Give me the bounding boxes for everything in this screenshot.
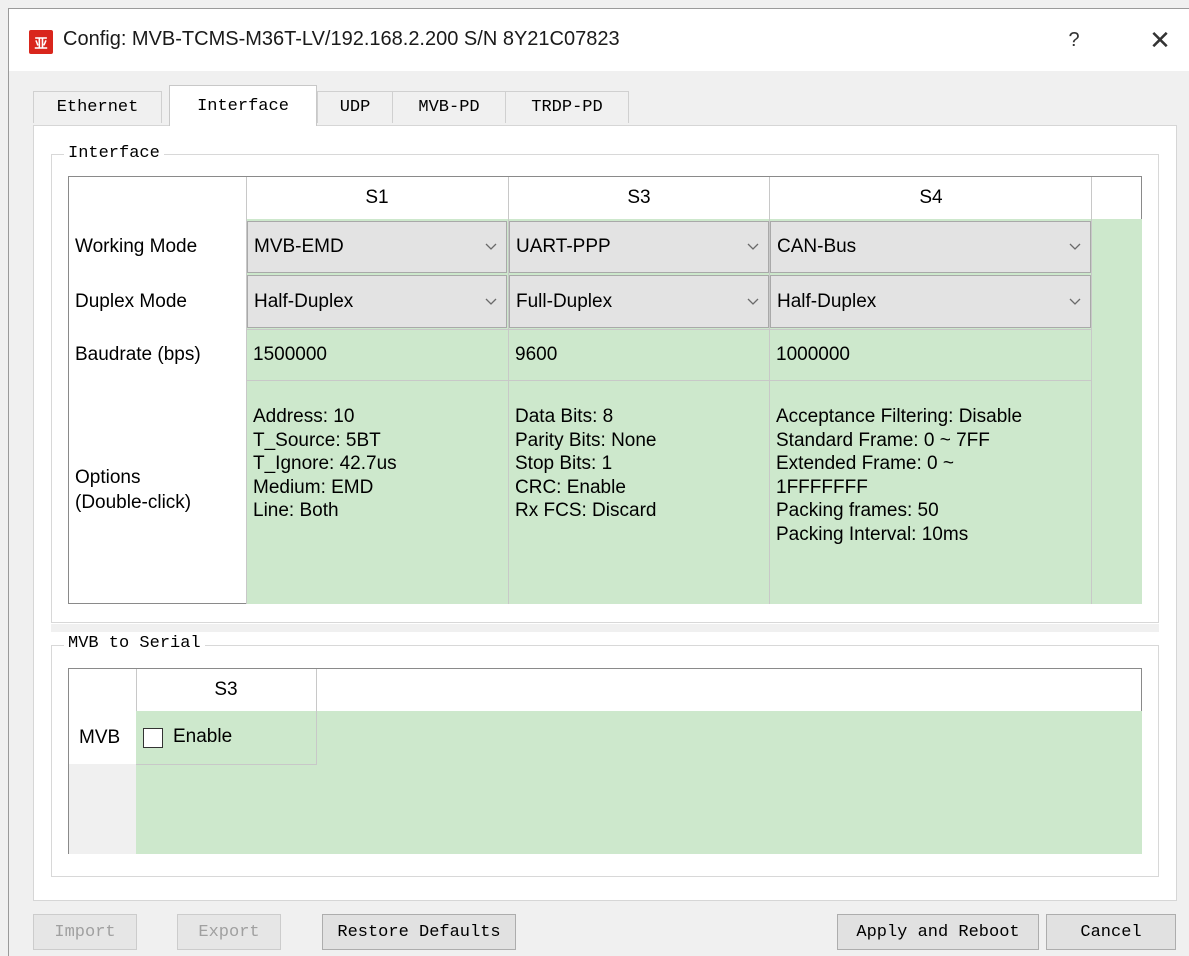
working-mode-value-s4: CAN-Bus bbox=[777, 236, 857, 257]
help-button[interactable]: ? bbox=[1061, 23, 1087, 57]
option-line: Packing Interval: 10ms bbox=[776, 523, 969, 545]
duplex-mode-value-s4: Half-Duplex bbox=[777, 290, 877, 312]
mvb-serial-table: S3 MVB Enable bbox=[68, 668, 1142, 854]
close-button[interactable]: ✕ bbox=[1143, 23, 1177, 57]
enable-checkbox-label[interactable]: Enable bbox=[173, 726, 232, 748]
import-button[interactable]: Import bbox=[33, 914, 137, 950]
row-label-options: Options (Double-click) bbox=[75, 465, 191, 515]
working-mode-value-s1: MVB-EMD bbox=[254, 236, 344, 257]
grid-line bbox=[136, 669, 137, 711]
chevron-down-icon bbox=[746, 240, 760, 254]
group-separator bbox=[51, 624, 1159, 632]
row-label-options-line: Options bbox=[75, 467, 141, 488]
table-green-region bbox=[136, 711, 1142, 854]
baudrate-cell-s3[interactable]: 9600 bbox=[509, 330, 769, 380]
chevron-down-icon bbox=[484, 240, 498, 254]
working-mode-select-s3[interactable]: UART-PPP bbox=[509, 221, 769, 273]
row-label-working-mode: Working Mode bbox=[75, 235, 198, 257]
row-label-options-hint: (Double-click) bbox=[75, 492, 192, 513]
tab-interface[interactable]: Interface bbox=[169, 85, 317, 126]
option-line: Standard Frame: 0 ~ 7FF bbox=[776, 429, 990, 451]
option-line: Extended Frame: 0 ~ bbox=[776, 453, 954, 475]
chevron-down-icon bbox=[484, 295, 498, 309]
working-mode-select-s4[interactable]: CAN-Bus bbox=[770, 221, 1091, 273]
option-line: Line: Both bbox=[253, 500, 339, 522]
config-dialog: 亚 Config: MVB-TCMS-M36T-LV/192.168.2.200… bbox=[8, 8, 1189, 956]
window-title: Config: MVB-TCMS-M36T-LV/192.168.2.200 S… bbox=[63, 28, 620, 50]
interface-table: S1 S3 S4 Working Mode Duplex Mode Baudra… bbox=[68, 176, 1142, 604]
option-line: Acceptance Filtering: Disable bbox=[776, 406, 1023, 427]
baudrate-cell-s1[interactable]: 1500000 bbox=[247, 330, 508, 380]
option-line: Packing frames: 50 bbox=[776, 500, 939, 522]
option-line: T_Ignore: 42.7us bbox=[253, 453, 397, 475]
apply-and-reboot-button[interactable]: Apply and Reboot bbox=[837, 914, 1039, 950]
grid-line bbox=[316, 669, 317, 765]
interface-tab-panel: Interface S1 S3 S4 Working Mode Duplex M… bbox=[33, 125, 1177, 901]
app-logo-icon: 亚 bbox=[29, 30, 53, 54]
tab-mvb-pd[interactable]: MVB-PD bbox=[392, 91, 506, 123]
mvb-to-serial-group-title: MVB to Serial bbox=[64, 634, 205, 653]
duplex-mode-value-s3: Full-Duplex bbox=[516, 290, 613, 312]
row-label-baudrate: Baudrate (bps) bbox=[75, 344, 201, 365]
tab-udp[interactable]: UDP bbox=[317, 91, 393, 123]
duplex-mode-value-s1: Half-Duplex bbox=[254, 290, 354, 312]
options-cell-s4[interactable]: Acceptance Filtering: Disable Standard F… bbox=[776, 405, 1092, 547]
duplex-mode-select-s1[interactable]: Half-Duplex bbox=[247, 275, 507, 328]
column-header-s4: S4 bbox=[919, 187, 943, 208]
duplex-mode-select-s4[interactable]: Half-Duplex bbox=[770, 275, 1091, 328]
working-mode-select-s1[interactable]: MVB-EMD bbox=[247, 221, 507, 273]
option-line: Rx FCS: Discard bbox=[515, 500, 657, 522]
option-line: Stop Bits: 1 bbox=[515, 453, 613, 475]
row-label-duplex-mode: Duplex Mode bbox=[75, 290, 187, 312]
row-label-mvb-text: MVB bbox=[79, 726, 121, 748]
working-mode-value-s3: UART-PPP bbox=[516, 236, 611, 257]
options-cell-s1[interactable]: Address: 10 T_Source: 5BT T_Ignore: 42.7… bbox=[253, 405, 507, 523]
row-label-mvb: MVB bbox=[69, 711, 136, 764]
chevron-down-icon bbox=[1068, 240, 1082, 254]
column-header-s3: S3 bbox=[214, 679, 238, 700]
export-button[interactable]: Export bbox=[177, 914, 281, 950]
option-line: Medium: EMD bbox=[253, 476, 374, 498]
tab-trdp-pd[interactable]: TRDP-PD bbox=[505, 91, 629, 123]
restore-defaults-button[interactable]: Restore Defaults bbox=[322, 914, 516, 950]
interface-group-title: Interface bbox=[64, 144, 164, 163]
cancel-button[interactable]: Cancel bbox=[1046, 914, 1176, 950]
column-header-s1: S1 bbox=[365, 187, 389, 208]
options-cell-s3[interactable]: Data Bits: 8 Parity Bits: None Stop Bits… bbox=[515, 405, 769, 523]
option-line: CRC: Enable bbox=[515, 476, 626, 498]
option-line: Data Bits: 8 bbox=[515, 406, 614, 427]
option-line: Parity Bits: None bbox=[515, 429, 657, 451]
chevron-down-icon bbox=[1068, 295, 1082, 309]
chevron-down-icon bbox=[746, 295, 760, 309]
option-line: 1FFFFFFF bbox=[776, 476, 868, 498]
title-bar: 亚 Config: MVB-TCMS-M36T-LV/192.168.2.200… bbox=[9, 9, 1189, 71]
column-header-s3: S3 bbox=[627, 187, 651, 208]
enable-checkbox[interactable] bbox=[143, 728, 163, 748]
baudrate-cell-s4[interactable]: 1000000 bbox=[770, 330, 1091, 380]
option-line: Address: 10 bbox=[253, 406, 355, 427]
tab-ethernet[interactable]: Ethernet bbox=[33, 91, 162, 123]
option-line: T_Source: 5BT bbox=[253, 429, 381, 451]
grid-line bbox=[246, 380, 1092, 381]
grid-line bbox=[136, 764, 317, 765]
duplex-mode-select-s3[interactable]: Full-Duplex bbox=[509, 275, 769, 328]
